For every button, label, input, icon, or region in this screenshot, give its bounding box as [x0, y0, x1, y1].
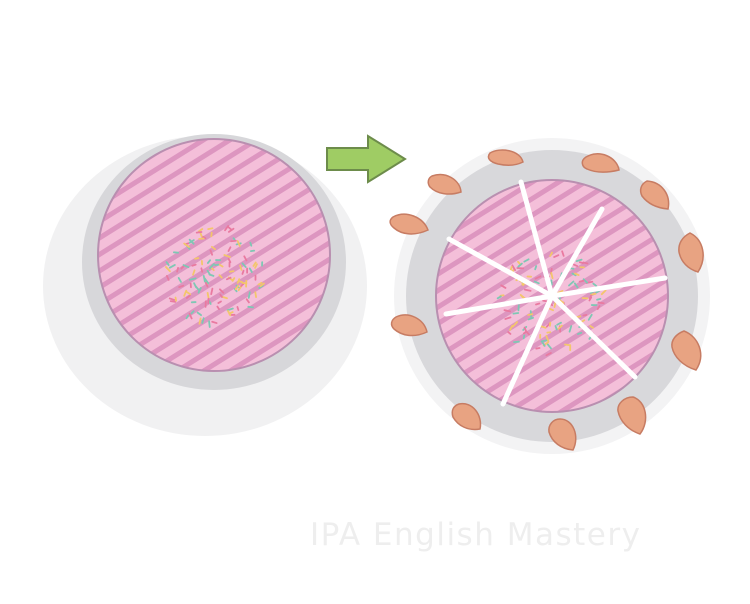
- sprinkle-mark: [597, 299, 600, 300]
- sprinkle-mark: [504, 310, 510, 311]
- sprinkle-mark: [250, 243, 251, 246]
- sprinkle-mark: [248, 307, 253, 308]
- sprinkle-mark: [201, 268, 202, 271]
- arrow-right-icon: [327, 136, 405, 182]
- sprinkle-mark: [555, 326, 556, 329]
- sprinkle-mark: [535, 266, 536, 269]
- sprinkle-mark: [578, 333, 581, 334]
- sprinkle-mark: [230, 271, 234, 272]
- sprinkle-mark: [536, 348, 539, 349]
- sprinkle-mark: [525, 290, 531, 291]
- sprinkle-mark: [580, 262, 583, 263]
- sprinkle-mark: [550, 309, 553, 310]
- sprinkle-mark: [195, 258, 198, 259]
- sprinkle-mark: [239, 281, 242, 282]
- sprinkle-mark: [583, 315, 586, 316]
- left-whole-cake: [98, 139, 330, 371]
- sprinkle-mark: [242, 271, 243, 274]
- cake-illustration: [0, 0, 750, 600]
- sprinkle-mark: [249, 292, 250, 298]
- sprinkle-mark: [211, 289, 212, 294]
- sprinkle-mark: [565, 345, 570, 346]
- sprinkle-mark: [524, 335, 525, 338]
- sprinkle-mark: [554, 302, 555, 307]
- sprinkle-mark: [551, 273, 552, 278]
- sprinkle-mark: [208, 293, 209, 298]
- left-scene: [43, 134, 367, 436]
- sprinkle-mark: [212, 322, 216, 323]
- sprinkle-mark: [237, 307, 238, 310]
- sprinkle-mark: [528, 314, 532, 315]
- sprinkle-mark: [177, 268, 178, 272]
- sprinkle-mark: [580, 281, 584, 282]
- sprinkle-mark: [192, 265, 195, 266]
- sprinkle-mark: [536, 303, 539, 304]
- sprinkle-mark: [197, 232, 202, 233]
- sprinkle-mark: [598, 303, 603, 304]
- sprinkle-mark: [190, 278, 196, 279]
- sprinkle-mark: [231, 241, 236, 242]
- arrow-group: [327, 136, 405, 182]
- sprinkle-mark: [590, 295, 591, 298]
- sprinkle-mark: [255, 292, 256, 297]
- sprinkle-mark: [176, 298, 177, 301]
- illustration-canvas: IPA English Mastery: [0, 0, 750, 600]
- sprinkle-mark: [204, 276, 205, 282]
- sprinkle-mark: [171, 301, 176, 302]
- sprinkle-mark: [583, 262, 587, 263]
- right-scene: [390, 138, 710, 454]
- sprinkle-mark: [542, 340, 548, 341]
- sprinkle-mark: [513, 313, 518, 314]
- sprinkle-mark: [209, 321, 210, 327]
- sprinkle-mark: [591, 294, 596, 295]
- sprinkle-mark: [199, 319, 200, 324]
- sprinkle-mark: [208, 228, 212, 229]
